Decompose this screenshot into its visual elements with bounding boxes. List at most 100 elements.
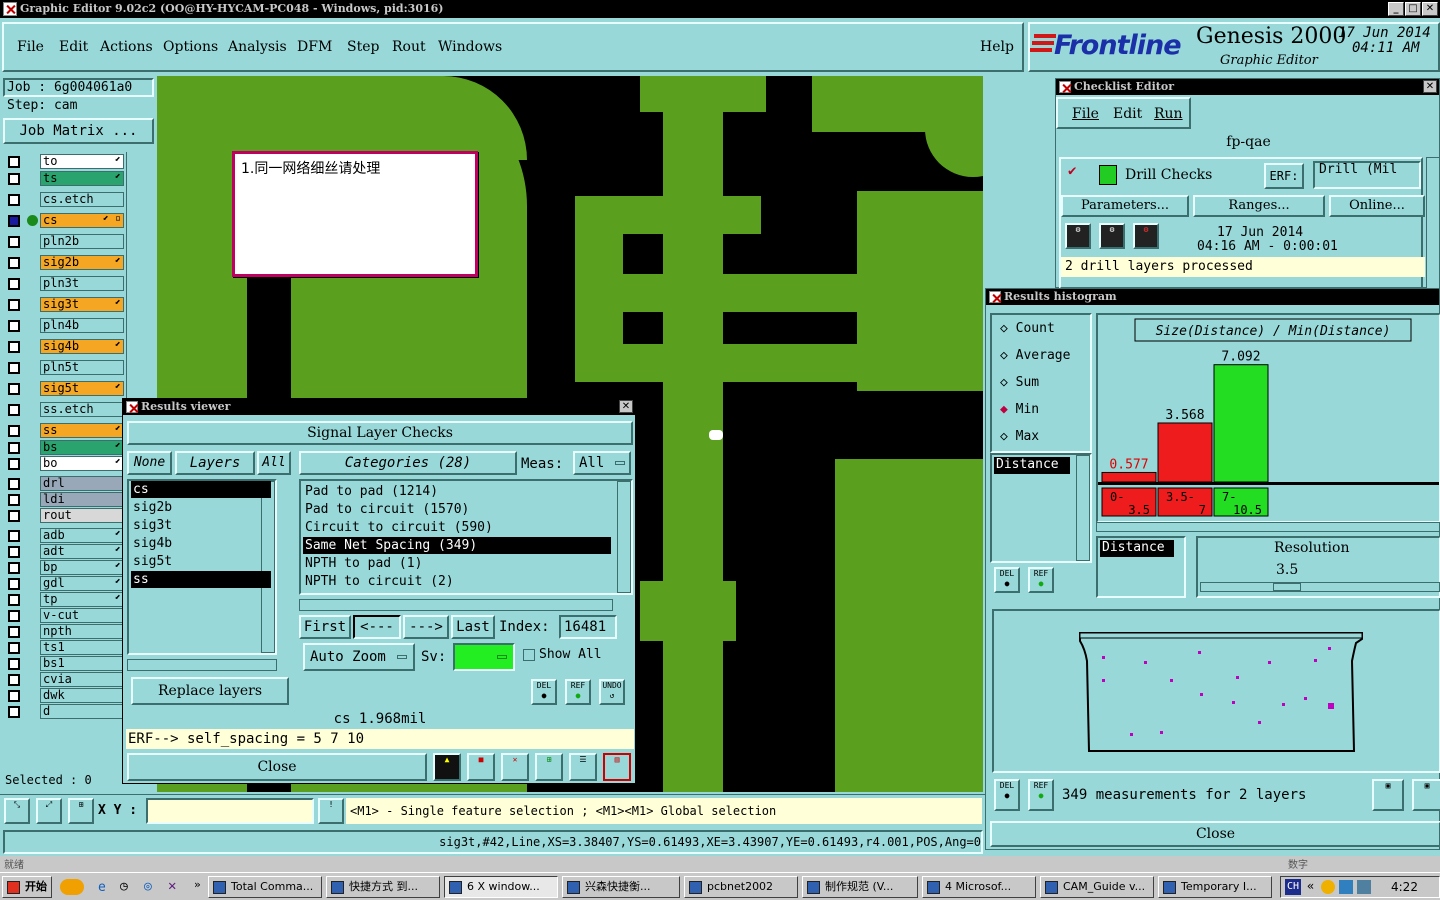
layer-name[interactable]: bs1	[40, 656, 124, 671]
menu-dfm[interactable]: DFM	[297, 39, 332, 55]
layer-checkbox[interactable]	[8, 341, 20, 353]
layer-row-v-cut[interactable]: v-cut	[4, 608, 124, 624]
index-input[interactable]: 16481	[559, 615, 617, 639]
layer-checkbox[interactable]	[8, 546, 20, 558]
category-item[interactable]: Circuit to circuit (590)	[303, 519, 611, 536]
tray-arrow-icon[interactable]: «	[1307, 879, 1314, 893]
zoom-area-icon[interactable]: ⤢	[36, 798, 62, 824]
checklist-title-bar[interactable]: Checklist Editor ✕	[1056, 79, 1439, 95]
zoom-fit-icon[interactable]: ⤡	[4, 798, 30, 824]
online-button[interactable]: Online...	[1329, 195, 1425, 217]
layer-row-cs.etch[interactable]: cs.etch	[4, 192, 124, 208]
layer-name[interactable]: cs.etch	[40, 192, 124, 207]
taskbar-item[interactable]: 兴森快捷衡...	[562, 876, 680, 898]
radio-max[interactable]: ◇ Max	[1000, 429, 1039, 444]
start-button[interactable]: 开始	[2, 876, 52, 898]
layer-checkbox[interactable]	[8, 510, 20, 522]
category-item[interactable]: Pad to pad (1214)	[303, 483, 611, 500]
first-button[interactable]: First	[299, 615, 351, 639]
layer-row-tp[interactable]: tp ⬋	[4, 592, 124, 608]
resolution-slider[interactable]	[1200, 582, 1440, 592]
layer-name[interactable]: ts	[40, 171, 124, 186]
layer-name[interactable]: rout	[40, 508, 124, 523]
layer-checkbox[interactable]	[8, 642, 20, 654]
radio-average[interactable]: ◇ Average	[1000, 348, 1070, 363]
layer-name[interactable]: ldi	[40, 492, 124, 507]
layer-row-sig3t[interactable]: sig3t ⬋	[4, 297, 124, 313]
viewer-histogram-icon[interactable]: ▥	[603, 753, 631, 781]
prev-button[interactable]: <---	[353, 615, 401, 639]
result-layer-item[interactable]: ss	[131, 571, 271, 588]
menu-options[interactable]: Options	[163, 39, 218, 55]
layer-name[interactable]: npth	[40, 624, 124, 639]
minimize-button[interactable]: _	[1388, 2, 1404, 16]
histogram-close-button[interactable]: Close	[990, 821, 1440, 847]
check-enabled-icon[interactable]: ✔	[1068, 163, 1076, 179]
taskbar-item[interactable]: 制作规范 (V...	[802, 876, 918, 898]
result-layer-item[interactable]: sig2b	[131, 499, 271, 516]
layer-checkbox[interactable]	[8, 236, 20, 248]
layer-checkbox[interactable]	[8, 425, 20, 437]
checklist-menu-file[interactable]: File	[1072, 106, 1099, 122]
distance-item[interactable]: Distance	[1100, 540, 1174, 557]
menu-help[interactable]: Help	[980, 39, 1014, 55]
layer-checkbox[interactable]	[8, 594, 20, 606]
clock-app-icon[interactable]: ◷	[120, 879, 128, 894]
taskbar-item[interactable]: 4 Microsof...	[922, 876, 1036, 898]
close-window-button[interactable]: ✕	[1422, 2, 1438, 16]
histogram-bar[interactable]	[1213, 364, 1269, 483]
layer-row-ss.etch[interactable]: ss.etch	[4, 402, 124, 418]
layer-checkbox[interactable]	[8, 706, 20, 718]
layer-row-to[interactable]: to ⬋	[4, 154, 124, 170]
layer-row-pln2b[interactable]: pln2b	[4, 234, 124, 250]
erf-button[interactable]: ERF:	[1264, 163, 1304, 189]
layer-name[interactable]: sig3t	[40, 297, 124, 312]
layer-row-sig5t[interactable]: sig5t ⬋	[4, 381, 124, 397]
viewer-step-icon[interactable]: ⊞	[535, 753, 563, 781]
category-item[interactable]: Pad to circuit (1570)	[303, 501, 611, 518]
layer-row-adt[interactable]: adt ⬋	[4, 544, 124, 560]
chart-scrollbar[interactable]	[1096, 522, 1440, 532]
layer-checkbox[interactable]	[8, 320, 20, 332]
grid-icon[interactable]: ⊞	[68, 798, 94, 824]
menu-edit[interactable]: Edit	[59, 39, 88, 55]
result-layer-item[interactable]: cs	[131, 481, 271, 498]
category-item[interactable]: Same Net Spacing (349)	[303, 537, 611, 554]
next-button[interactable]: --->	[403, 615, 449, 639]
layer-row-cs[interactable]: cs ⬋ ▫	[4, 213, 124, 229]
layer-name[interactable]: ts1	[40, 640, 124, 655]
radio-sum[interactable]: ◇ Sum	[1000, 375, 1039, 390]
layer-checkbox[interactable]	[8, 690, 20, 702]
category-item[interactable]: NPTH to circuit (2)	[303, 573, 611, 590]
layer-checkbox[interactable]	[8, 299, 20, 311]
layer-checkbox[interactable]	[8, 278, 20, 290]
layer-checkbox[interactable]	[8, 173, 20, 185]
taskbar-item[interactable]: 快捷方式 到...	[326, 876, 440, 898]
checklist-menu-run[interactable]: Run	[1154, 106, 1183, 122]
result-layer-item[interactable]: sig3t	[131, 517, 271, 534]
layer-name[interactable]: ss.etch	[40, 402, 124, 417]
maximize-button[interactable]: □	[1405, 2, 1421, 16]
menu-windows[interactable]: Windows	[438, 39, 502, 55]
checklist-close-icon[interactable]: ✕	[1423, 80, 1437, 93]
window-title-bar[interactable]: Graphic Editor 9.02c2 (OO@HY-HYCAM-PC048…	[0, 0, 1440, 18]
layer-checkbox[interactable]	[8, 383, 20, 395]
preview-ref-button[interactable]: REF ●	[1028, 779, 1054, 811]
menu-step[interactable]: Step	[347, 39, 379, 55]
run-all-icon[interactable]: ⚙	[1099, 223, 1125, 249]
layer-row-gdl[interactable]: gdl ⬋	[4, 576, 124, 592]
job-matrix-button[interactable]: Job Matrix ...	[3, 118, 154, 144]
radio-min[interactable]: ◆ Min	[1000, 402, 1039, 417]
layers-all-button[interactable]: All	[257, 451, 291, 475]
tray-app-icon[interactable]	[1321, 880, 1335, 894]
histogram-report-icon[interactable]: ▣	[1372, 779, 1404, 811]
layer-checkbox[interactable]	[8, 194, 20, 206]
layer-checkbox[interactable]	[8, 562, 20, 574]
layer-name[interactable]: pln4b	[40, 318, 124, 333]
replace-layers-select[interactable]: Replace layers	[131, 677, 289, 705]
layer-name[interactable]: v-cut	[40, 608, 124, 623]
histogram-bar[interactable]	[1101, 471, 1157, 483]
menu-rout[interactable]: Rout	[392, 39, 426, 55]
note-box[interactable]: 1.同一网络细丝请处理	[232, 151, 478, 277]
tray-display-icon[interactable]	[1357, 880, 1371, 894]
